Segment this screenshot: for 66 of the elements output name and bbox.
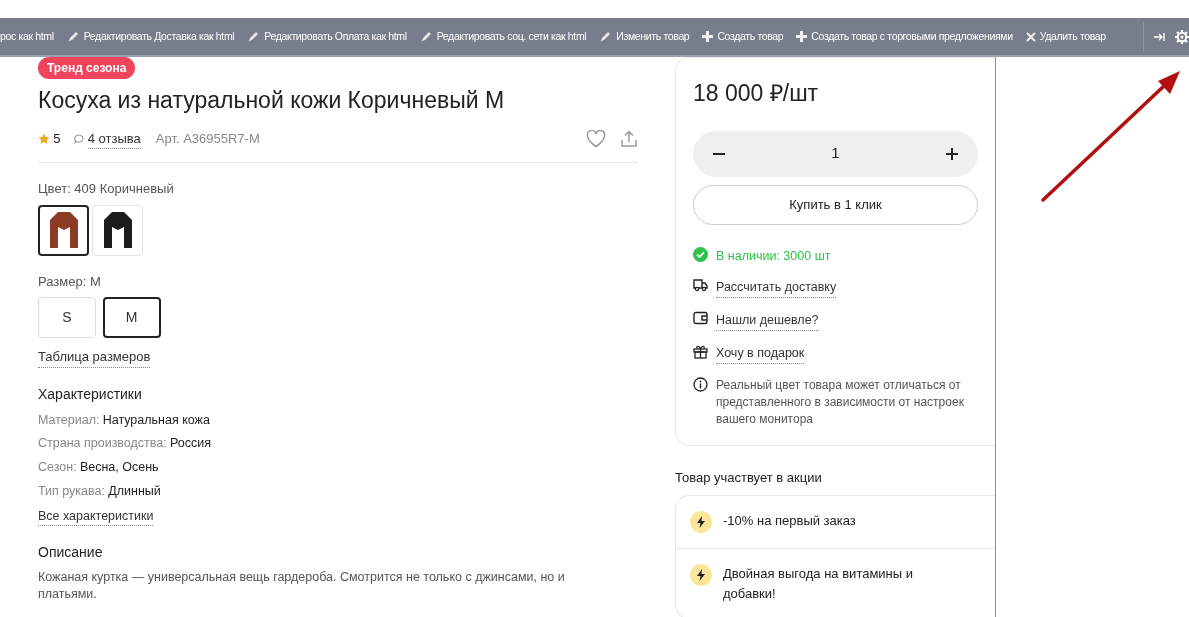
truck-icon bbox=[693, 278, 708, 293]
sku-text: Арт. A36955R7-M bbox=[155, 130, 260, 149]
wallet-icon bbox=[693, 311, 708, 325]
spec-value: Длинный bbox=[108, 482, 161, 500]
settings-icon[interactable] bbox=[1175, 29, 1189, 44]
promotion-text: Двойная выгода на витамины и добавки! bbox=[723, 565, 915, 603]
toolbar-link[interactable]: Создать товар bbox=[702, 28, 784, 45]
toolbar-link[interactable]: Изменить товар bbox=[599, 28, 690, 45]
color-notice-text: Реальный цвет товара может отличаться от представленного в зависимости от настроек вашего монитора bbox=[716, 376, 965, 429]
plus-icon bbox=[946, 147, 958, 160]
bolt-glyph-icon bbox=[696, 516, 706, 529]
availability-text: В наличии: 3000 шт bbox=[716, 247, 831, 265]
toolbar-link[interactable]: Редактировать Оплата как html bbox=[247, 28, 407, 45]
all-specs-link[interactable]: Все характеристики bbox=[38, 506, 154, 527]
check-circle-icon bbox=[693, 246, 708, 262]
pencil-icon bbox=[599, 30, 613, 43]
reviews-link[interactable]: 4 отзыва bbox=[87, 128, 141, 150]
plus-icon bbox=[796, 31, 808, 42]
pencil-icon bbox=[419, 30, 433, 43]
star-icon bbox=[38, 132, 50, 145]
share-icon bbox=[620, 129, 638, 148]
quantity-value: 1 bbox=[831, 143, 840, 164]
spec-name: Материал: bbox=[38, 411, 100, 429]
pencil-icon bbox=[247, 30, 261, 43]
rating-value: 5 bbox=[53, 130, 61, 149]
spec-name: Тип рукава: bbox=[38, 482, 105, 500]
description-heading: Описание bbox=[38, 543, 104, 563]
heart-icon bbox=[586, 129, 606, 148]
specs-heading: Характеристики bbox=[38, 384, 143, 404]
comment-icon bbox=[74, 133, 85, 144]
promotion-text: -10% на первый заказ bbox=[723, 512, 857, 531]
pin-icon[interactable] bbox=[1154, 31, 1166, 42]
spec-value: Натуральная кожа bbox=[102, 411, 210, 429]
pencil-icon bbox=[66, 30, 80, 43]
close-icon bbox=[1025, 31, 1036, 42]
spec-name: Страна производства: bbox=[38, 435, 167, 453]
spec-value: Россия bbox=[170, 435, 211, 453]
size-option[interactable]: S bbox=[38, 297, 96, 339]
gift-icon bbox=[693, 343, 708, 359]
spec-name: Сезон: bbox=[38, 459, 77, 477]
toolbar-link[interactable]: Редактировать Доставка как html bbox=[66, 28, 235, 45]
buy-one-click-button[interactable]: Купить в 1 клик bbox=[693, 184, 978, 225]
promotions-heading: Товар участвует в акции bbox=[675, 468, 823, 487]
description-text: Кожаная куртка — универсальная вещь гардероба. Смотрится не только с джинсами, но и платьями. bbox=[38, 569, 566, 604]
buy-box-link[interactable]: Хочу в подарок bbox=[716, 343, 805, 364]
minus-icon bbox=[713, 152, 725, 155]
plus-icon bbox=[702, 31, 714, 42]
toolbar-link[interactable]: Удалить товар bbox=[1025, 28, 1106, 45]
spec-value: Весна, Осень bbox=[79, 459, 159, 477]
toolbar-link[interactable]: рос как html bbox=[0, 28, 54, 45]
price-text: 18 000 ₽/шт bbox=[693, 79, 820, 108]
toolbar-link[interactable]: Редактировать соц. сети как html bbox=[419, 28, 587, 45]
info-icon bbox=[693, 376, 708, 392]
bolt-glyph-icon bbox=[696, 569, 706, 582]
trend-badge: Тренд сезона bbox=[38, 57, 136, 79]
increase-button[interactable] bbox=[946, 147, 958, 160]
product-title: Косуха из натуральной кожи Коричневый M bbox=[38, 87, 506, 115]
color-swatch[interactable] bbox=[38, 204, 89, 256]
color-label: Цвет: 409 Коричневый bbox=[38, 180, 175, 199]
size-chart-link[interactable]: Таблица размеров bbox=[38, 347, 151, 368]
buy-box-link[interactable]: Нашли дешевле? bbox=[716, 311, 819, 331]
decrease-button[interactable] bbox=[713, 152, 725, 155]
size-label: Размер: M bbox=[38, 272, 102, 291]
toolbar-link[interactable]: Создать товар с торговыми предложениями bbox=[796, 28, 1013, 45]
size-option[interactable]: M bbox=[102, 297, 161, 339]
buy-box-link[interactable]: Рассчитать доставку bbox=[716, 278, 837, 298]
